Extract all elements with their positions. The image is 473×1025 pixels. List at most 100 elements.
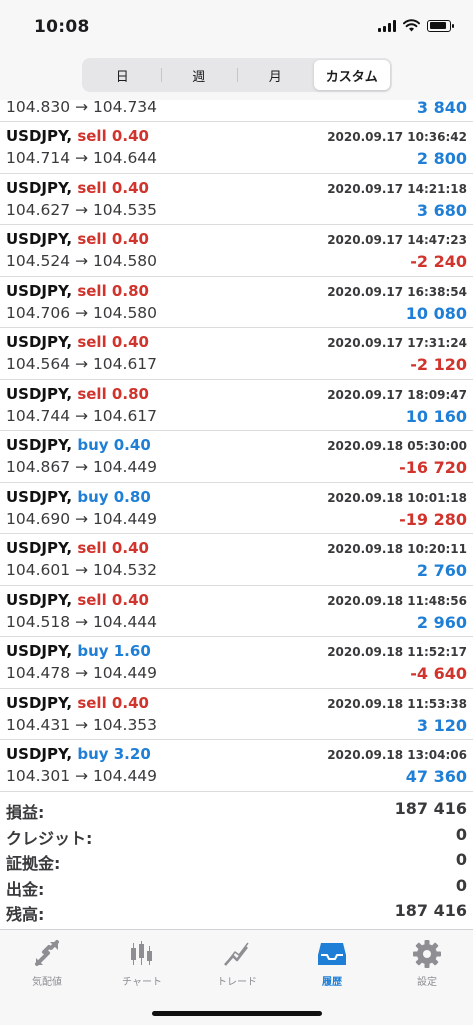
tab-settings[interactable]: 設定	[387, 938, 467, 988]
trade-action: sell 0.40	[77, 693, 149, 712]
period-tab-month[interactable]: 月	[237, 60, 314, 90]
trade-action: buy 3.20	[77, 745, 151, 763]
trade-symbol: USDJPY,	[6, 539, 73, 557]
trade-symbol: USDJPY,	[6, 436, 73, 454]
status-bar: 10:08	[0, 0, 473, 50]
trade-time: 2020.09.17 18:09:47	[327, 387, 467, 402]
period-selector-area: 日 週 月 カスタム	[0, 50, 473, 100]
trade-prices: 104.744 → 104.617	[6, 406, 158, 425]
trade-action: sell 0.80	[77, 384, 149, 403]
trade-action: sell 0.40	[77, 230, 149, 248]
trade-symbol: USDJPY,	[6, 178, 73, 197]
trade-prices: 104.431 → 104.353	[6, 715, 158, 734]
trade-prices: 104.830 → 104.734	[6, 98, 158, 116]
trade-time: 2020.09.17 10:36:42	[327, 130, 467, 144]
trade-title: USDJPY, sell 0.40	[6, 179, 149, 197]
trade-row[interactable]: USDJPY, buy 0.40 2020.09.18 05:30:00 104.8…	[0, 431, 473, 483]
trade-profit: 10 160	[405, 406, 467, 426]
trade-row[interactable]: USDJPY, buy 1.60 2020.09.18 11:52:17 104.4…	[0, 637, 473, 689]
trade-row[interactable]: USDJPY, sell 0.40 2020.09.17 14:21:18 104.…	[0, 174, 473, 225]
summary-label: 証拠金:	[6, 854, 61, 873]
trade-prices: 104.564 → 104.617	[6, 355, 158, 373]
trade-row[interactable]: USDJPY, buy 0.80 2020.09.18 10:01:18 104.6…	[0, 483, 473, 534]
trade-row[interactable]: USDJPY, sell 0.40 2020.09.17 17:31:24 104.…	[0, 328, 473, 380]
trade-time: 2020.09.18 05:30:00	[327, 439, 467, 453]
trade-title: USDJPY, sell 0.80	[6, 282, 149, 300]
summary-balance-row: 残高: 187 416	[0, 899, 473, 925]
trade-profit: 3 120	[416, 715, 467, 735]
trade-row[interactable]: USDJPY, sell 0.40 2020.09.18 11:53:38 104.…	[0, 689, 473, 740]
trade-prices: 104.478 → 104.449	[6, 664, 158, 682]
tab-history[interactable]: 履歴	[292, 938, 372, 988]
trade-title: USDJPY, sell 0.40	[6, 333, 149, 351]
trade-prices: 104.867 → 104.449	[6, 458, 158, 476]
trade-time: 2020.09.17 16:38:54	[327, 284, 467, 299]
trade-symbol: USDJPY,	[6, 590, 73, 609]
summary-profit-row: 損益: 187 416	[0, 797, 473, 823]
trade-title: USDJPY, buy 3.20	[6, 745, 151, 763]
trade-row[interactable]: USDJPY, buy 3.20 2020.09.18 13:04:06 104.3…	[0, 740, 473, 792]
trade-profit: 3 840	[416, 98, 467, 117]
trade-title: USDJPY, sell 0.40	[6, 694, 149, 712]
trade-time: 2020.09.18 10:01:18	[327, 490, 467, 505]
tab-trade[interactable]: トレード	[197, 938, 277, 988]
trade-time: 2020.09.17 17:31:24	[327, 336, 467, 350]
trade-symbol: USDJPY,	[6, 384, 73, 403]
trade-symbol: USDJPY,	[6, 693, 73, 712]
period-tab-custom[interactable]: カスタム	[313, 60, 390, 90]
tab-label: トレード	[217, 977, 257, 988]
tab-label: 設定	[417, 977, 437, 988]
trade-action: sell 0.40	[77, 590, 149, 609]
cellular-signal-icon	[378, 19, 396, 32]
summary-label: クレジット:	[6, 828, 93, 848]
tab-label: 気配値	[32, 977, 62, 988]
trade-row[interactable]: USDJPY, sell 0.80 2020.09.17 16:38:54 104.…	[0, 277, 473, 328]
trade-time: 2020.09.18 10:20:11	[327, 542, 467, 556]
trade-profit: -16 720	[399, 458, 467, 477]
trade-profit: 47 360	[405, 767, 467, 786]
trade-prices: 104.301 → 104.449	[6, 767, 158, 785]
summary-value: 187 416	[394, 901, 467, 920]
trade-profit: 10 080	[405, 303, 467, 323]
trade-row[interactable]: USDJPY, sell 0.80 2020.09.17 18:09:47 104.…	[0, 380, 473, 431]
trade-time: 2020.09.17 14:21:18	[327, 181, 467, 196]
trade-row[interactable]: USDJPY, sell 0.40 2020.09.17 14:47:23 104.…	[0, 225, 473, 277]
home-indicator	[152, 1011, 322, 1016]
trade-profit: -4 640	[410, 664, 467, 683]
trade-title: USDJPY, buy 0.80	[6, 488, 151, 506]
tab-chart[interactable]: チャート	[102, 938, 182, 988]
quotes-icon	[35, 940, 59, 966]
trade-time: 2020.09.18 13:04:06	[327, 748, 467, 762]
trade-prices: 104.518 → 104.444	[6, 612, 158, 631]
trade-row[interactable]: USDJPY, sell 0.40 2020.09.18 11:48:56 104.…	[0, 586, 473, 637]
tab-quotes[interactable]: 気配値	[7, 938, 87, 988]
trade-action: buy 0.80	[77, 487, 151, 506]
trade-row[interactable]: 104.830 → 104.734 3 840	[0, 96, 473, 122]
period-tab-day[interactable]: 日	[84, 60, 161, 90]
trade-time: 2020.09.18 11:53:38	[327, 696, 467, 711]
trade-row[interactable]: USDJPY, sell 0.40 2020.09.18 10:20:11 104.…	[0, 534, 473, 586]
trade-title: USDJPY, sell 0.80	[6, 385, 149, 403]
trade-icon	[224, 942, 249, 966]
trade-title: USDJPY, sell 0.40	[6, 230, 149, 248]
trade-symbol: USDJPY,	[6, 281, 73, 300]
trade-symbol: USDJPY,	[6, 642, 73, 660]
tab-label: 履歴	[322, 977, 342, 988]
trade-symbol: USDJPY,	[6, 230, 73, 248]
summary-value: 0	[455, 850, 467, 869]
trade-symbol: USDJPY,	[6, 127, 73, 145]
account-summary: 損益: 187 416 クレジット: 0 証拠金: 0 出金: 0 残高: 18…	[0, 797, 473, 925]
trade-row[interactable]: USDJPY, sell 0.40 2020.09.17 10:36:42 104.…	[0, 122, 473, 174]
trade-time: 2020.09.18 11:52:17	[327, 645, 467, 659]
trade-prices: 104.601 → 104.532	[6, 561, 158, 579]
period-tab-week[interactable]: 週	[160, 60, 238, 90]
trade-title: USDJPY, buy 0.40	[6, 436, 151, 454]
trade-profit: 2 800	[416, 149, 467, 168]
trade-prices: 104.690 → 104.449	[6, 509, 158, 528]
trade-history-list: 104.830 → 104.734 3 840 USDJPY, sell 0.4…	[0, 96, 473, 792]
chart-icon	[131, 941, 152, 965]
trade-title: USDJPY, sell 0.40	[6, 591, 149, 609]
summary-value: 187 416	[394, 799, 467, 818]
wifi-icon	[403, 19, 420, 32]
trade-time: 2020.09.17 14:47:23	[327, 233, 467, 247]
